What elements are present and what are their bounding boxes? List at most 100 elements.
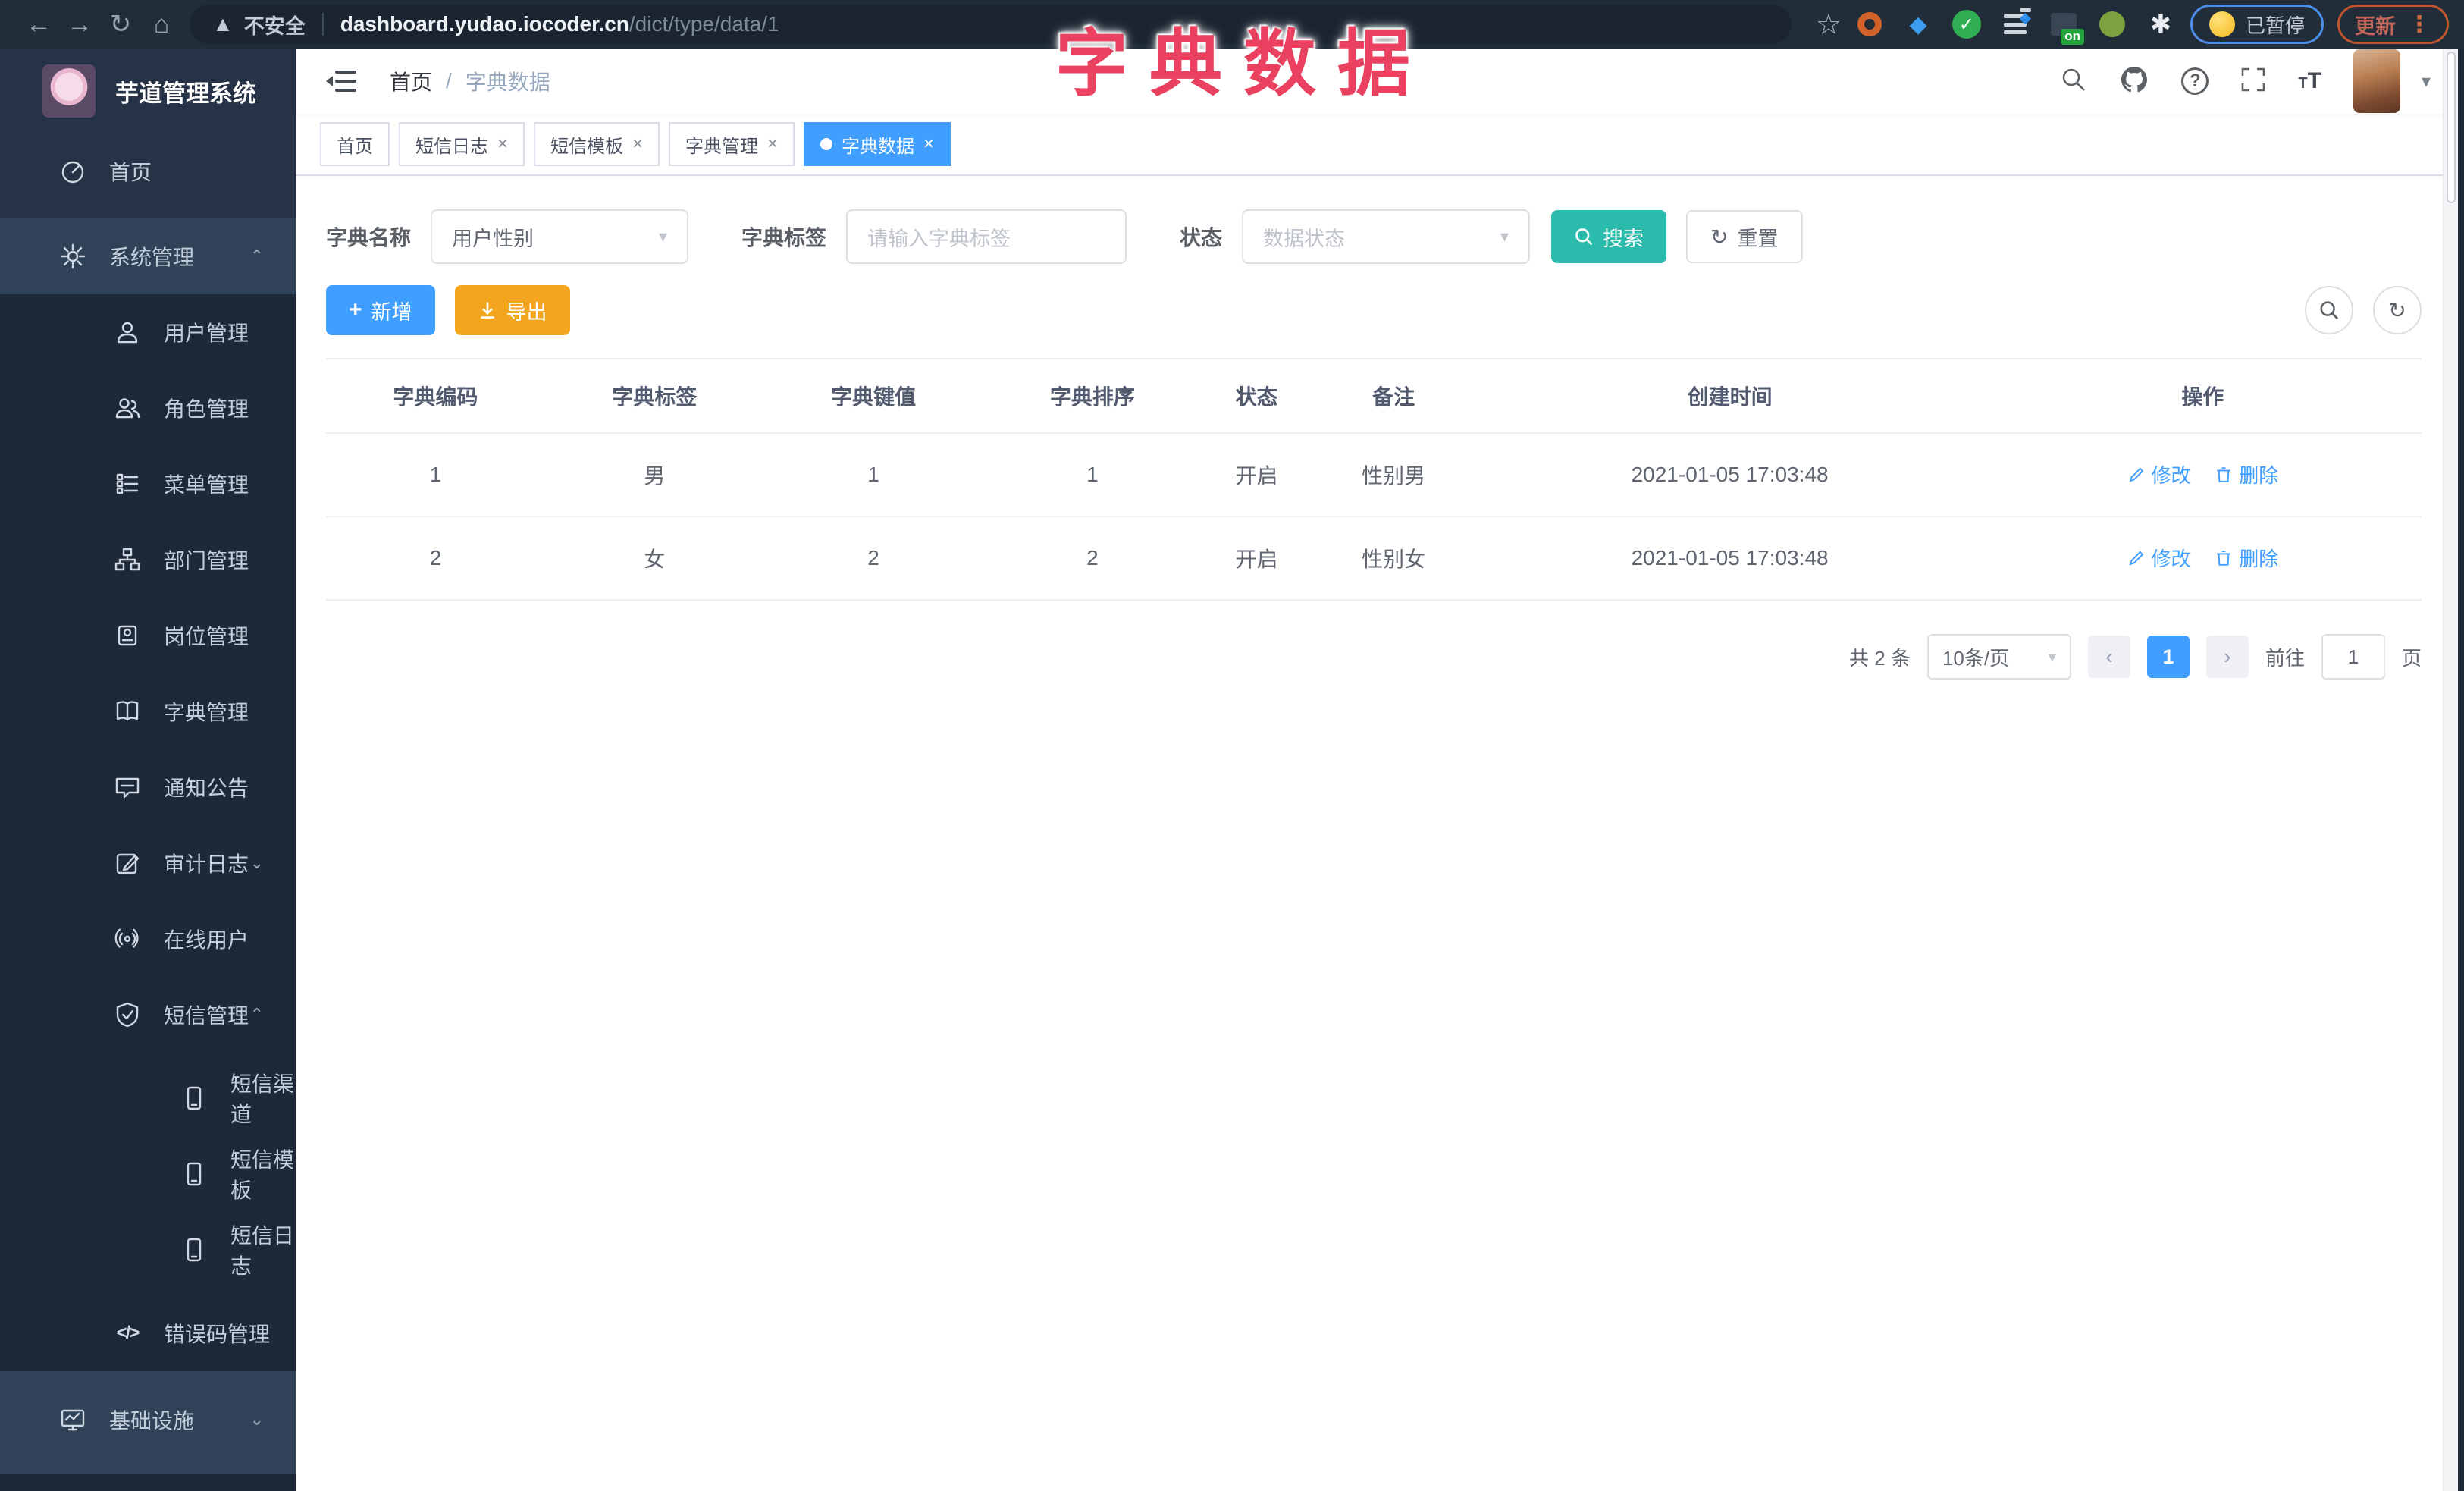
breadcrumb-home[interactable]: 首页 — [390, 66, 432, 96]
back-icon[interactable]: ← — [18, 4, 59, 45]
browser-menu-icon[interactable]: ⋮ — [2408, 11, 2431, 38]
delete-link[interactable]: 删除 — [2215, 460, 2278, 488]
help-icon[interactable]: ? — [2181, 67, 2209, 95]
update-label: 更新 — [2355, 14, 2396, 38]
sidebar-item-sms-template[interactable]: 短信模板 — [0, 1136, 296, 1212]
reload-icon[interactable]: ↻ — [100, 4, 141, 45]
sidebar-item-label: 在线用户 — [164, 928, 249, 952]
toggle-search-button[interactable] — [2305, 286, 2353, 334]
chevron-down-icon: ⌄ — [249, 853, 264, 872]
col-dict-sort: 字典排序 — [983, 358, 1202, 434]
tab-sms-template[interactable]: 短信模板 × — [534, 122, 660, 166]
close-icon[interactable]: × — [632, 133, 643, 155]
pencil-icon — [2128, 551, 2143, 566]
monitor-icon — [59, 1406, 86, 1433]
page-size-select[interactable]: 10条/页 ▾ — [1926, 634, 2071, 680]
close-icon[interactable]: × — [497, 133, 508, 155]
font-size-icon[interactable]: TT — [2298, 68, 2321, 94]
forward-icon[interactable]: → — [59, 4, 100, 45]
message-bubble-icon — [114, 774, 141, 801]
url-host: dashboard.yudao.iocoder.cn — [340, 12, 629, 36]
goto-page-input[interactable]: 1 — [2321, 634, 2385, 680]
infra-block: 基础设施 ⌄ — [0, 1371, 296, 1458]
refresh-icon: ↻ — [1710, 224, 1729, 249]
tab-dict-data[interactable]: 字典数据 × — [804, 122, 951, 166]
phone-icon — [180, 1160, 208, 1188]
avatar-caret-icon[interactable]: ▾ — [2422, 71, 2431, 93]
sidebar-item-label: 岗位管理 — [164, 625, 249, 648]
export-button[interactable]: 导出 — [454, 285, 570, 335]
sidebar-item-menus[interactable]: 菜单管理 — [0, 446, 296, 522]
chevron-up-icon: ⌃ — [249, 246, 264, 265]
sidebar-item-audit-log[interactable]: 审计日志 ⌄ — [0, 825, 296, 901]
refresh-table-button[interactable]: ↻ — [2373, 286, 2422, 334]
search-button[interactable]: 搜索 — [1551, 210, 1667, 263]
next-page-button[interactable]: › — [2205, 636, 2249, 678]
extension-on-icon[interactable]: on — [2046, 7, 2084, 45]
current-page-button[interactable]: 1 — [2146, 636, 2190, 678]
table-row: 1 男 1 1 开启 性别男 2021-01-05 17:03:48 修改 删除 — [326, 433, 2422, 517]
home-icon[interactable]: ⌂ — [141, 4, 182, 45]
tab-sms-log[interactable]: 短信日志 × — [399, 122, 525, 166]
github-icon[interactable] — [2119, 64, 2149, 99]
reset-button[interactable]: ↻ 重置 — [1686, 210, 1803, 263]
paused-label: 已暂停 — [2245, 14, 2305, 37]
extension-bars-icon[interactable]: ◆ — [1998, 7, 2033, 42]
extension-check-icon[interactable]: ✓ — [1949, 7, 1984, 42]
edit-link[interactable]: 修改 — [2127, 460, 2191, 488]
fullscreen-icon[interactable] — [2240, 67, 2266, 96]
dict-tag-input[interactable]: 请输入字典标签 — [846, 209, 1127, 264]
sidebar-logo[interactable]: 芋道管理系统 — [0, 49, 296, 133]
sidebar-item-sms-channel[interactable]: 短信渠道 — [0, 1060, 296, 1136]
add-button[interactable]: + 新增 — [326, 285, 435, 335]
prev-page-button[interactable]: ‹ — [2087, 636, 2130, 678]
sidebar-item-online-users[interactable]: 在线用户 — [0, 901, 296, 977]
search-icon[interactable] — [2060, 66, 2087, 97]
browser-update-button[interactable]: 更新 ⋮ — [2337, 5, 2449, 44]
sidebar-item-home[interactable]: 首页 — [0, 133, 296, 209]
sidebar-item-infrastructure[interactable]: 基础设施 ⌄ — [0, 1382, 296, 1458]
extension-person-icon[interactable] — [2095, 7, 2130, 42]
scrollbar-thumb[interactable] — [2447, 52, 2456, 203]
status-select[interactable]: 数据状态 ▾ — [1242, 209, 1531, 264]
sidebar-item-error-codes[interactable]: </> 错误码管理 — [0, 1295, 296, 1371]
tab-dict-manage[interactable]: 字典管理 × — [669, 122, 795, 166]
tags-view-bar: 首页 短信日志 × 短信模板 × 字典管理 × 字典数据 × — [296, 114, 2464, 176]
sidebar-item-label: 用户管理 — [164, 322, 249, 345]
profile-paused-badge[interactable]: 已暂停 — [2190, 5, 2324, 44]
extension-ring-icon[interactable] — [1852, 7, 1887, 42]
avatar[interactable] — [2353, 49, 2400, 113]
sidebar-item-sms[interactable]: 短信管理 ⌃ — [0, 977, 296, 1053]
url-path: /dict/type/data/1 — [629, 12, 779, 36]
col-created: 创建时间 — [1475, 358, 1984, 434]
sidebar-item-label: 菜单管理 — [164, 473, 249, 497]
close-icon[interactable]: × — [923, 133, 934, 155]
col-actions: 操作 — [1983, 358, 2422, 434]
sidebar-item-notice[interactable]: 通知公告 — [0, 749, 296, 825]
sidebar-item-posts[interactable]: 岗位管理 — [0, 598, 296, 673]
sidebar-item-sms-log[interactable]: 短信日志 — [0, 1212, 296, 1288]
table-row: 2 女 2 2 开启 性别女 2021-01-05 17:03:48 修改 删除 — [326, 516, 2422, 601]
org-tree-icon — [114, 546, 141, 573]
extension-snowflake-icon[interactable]: ✱ — [2143, 7, 2178, 42]
sidebar-item-users[interactable]: 用户管理 — [0, 294, 296, 370]
bookmark-star-icon[interactable]: ☆ — [1816, 8, 1842, 42]
address-bar[interactable]: ▲ 不安全 dashboard.yudao.iocoder.cn /dict/t… — [190, 5, 1792, 44]
tab-home[interactable]: 首页 — [320, 122, 390, 166]
page-scrollbar[interactable] — [2443, 49, 2458, 1491]
close-icon[interactable]: × — [767, 133, 778, 155]
window-edge — [2458, 49, 2464, 1491]
sidebar-item-dict[interactable]: 字典管理 — [0, 673, 296, 749]
sidebar-item-departments[interactable]: 部门管理 — [0, 522, 296, 598]
status-label: 状态 — [1180, 226, 1223, 250]
delete-link[interactable]: 删除 — [2215, 544, 2278, 572]
extension-gem-icon[interactable]: ◆ — [1901, 7, 1936, 42]
dict-name-select[interactable]: 用户性别 ▾ — [431, 209, 689, 264]
goto-label: 前往 — [2265, 646, 2305, 670]
edit-log-icon — [114, 849, 141, 877]
extension-icons: ◆ ✓ ◆ on ✱ — [1852, 7, 2178, 45]
edit-link[interactable]: 修改 — [2127, 544, 2191, 572]
sidebar-item-roles[interactable]: 角色管理 — [0, 370, 296, 446]
sidebar-collapse-icon[interactable] — [326, 68, 356, 94]
sidebar-item-system[interactable]: 系统管理 ⌃ — [0, 218, 296, 294]
